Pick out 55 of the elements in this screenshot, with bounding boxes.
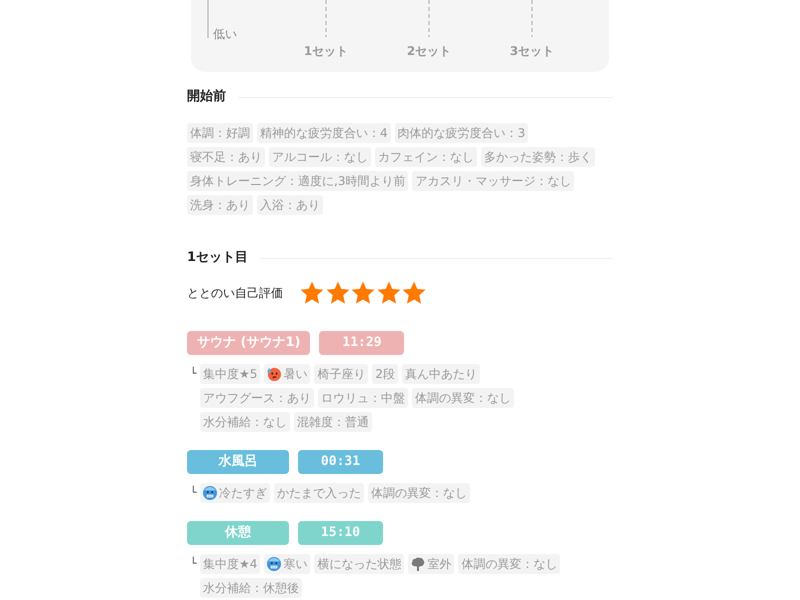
step-label: サウナ (サウナ1) — [187, 331, 310, 355]
star-icon — [351, 281, 375, 305]
tag: 肉体的な疲労度合い：3 — [394, 123, 528, 143]
duration-label: 00:31 — [298, 450, 383, 474]
star-icon — [376, 281, 400, 305]
tag: 体調の異変：なし — [368, 483, 470, 503]
tag-label: 室外 — [427, 556, 452, 573]
axis-label: 低い — [213, 27, 237, 41]
cold-face-icon — [203, 486, 217, 500]
tag: アウフグース：あり — [200, 388, 314, 408]
section-heading: 1セット目 — [187, 249, 248, 267]
tag: 2段 — [372, 364, 398, 384]
tag: 精神的な疲労度合い：4 — [257, 123, 391, 143]
tag: 入浴：あり — [257, 195, 323, 215]
tag: カフェイン：なし — [375, 147, 477, 167]
x-axis-label: 1セット — [304, 44, 348, 58]
branch-mark: └ — [190, 484, 198, 501]
tag: 洗身：あり — [187, 195, 253, 215]
star-icon — [326, 281, 350, 305]
hot-face-icon — [267, 367, 282, 381]
tag-label: 暑い — [283, 366, 308, 383]
tag: ロウリュ：中盤 — [318, 388, 408, 408]
tag: 体調の異変：なし — [412, 388, 514, 408]
rating-label: ととのい自己評価 — [187, 284, 283, 302]
tag: 寝不足：あり — [187, 147, 265, 167]
x-axis-label: 3セット — [510, 44, 554, 58]
tag: 集中度★5 — [200, 364, 260, 384]
tag: アルコール：なし — [269, 147, 371, 167]
step-label: 水風呂 — [187, 450, 289, 474]
tag: 水分補給：なし — [200, 412, 290, 432]
branch-mark: └ — [190, 366, 198, 382]
tag: 身体トレーニング：適度に,3時間より前 — [187, 171, 408, 191]
tag: 混雑度：普通 — [294, 412, 372, 432]
tag: 真ん中あたり — [402, 364, 480, 384]
tag: 水分補給：休憩後 — [200, 578, 302, 598]
tag: 多かった姿勢：歩く — [481, 147, 595, 167]
duration-label: 15:10 — [298, 521, 383, 545]
tag: 椅子座り — [314, 364, 368, 384]
branch-mark: └ — [190, 556, 198, 572]
x-axis-label: 2セット — [406, 44, 452, 58]
star-icon — [402, 281, 426, 305]
tag-label: 冷たすぎ — [219, 485, 267, 502]
tree-icon — [411, 557, 426, 571]
tag: 集中度★4 — [200, 554, 260, 574]
duration-label: 11:29 — [319, 331, 404, 355]
tag: かたまで入った — [274, 483, 364, 503]
tag: 横になった状態 — [314, 554, 404, 574]
tag: 体調：好調 — [187, 123, 253, 143]
cold-face-icon — [267, 557, 282, 571]
tag: 体調の異変：なし — [458, 554, 560, 574]
section-heading: 開始前 — [187, 88, 226, 106]
step-label: 休憩 — [187, 521, 289, 545]
star-icon — [300, 281, 324, 305]
tag-label: 寒い — [283, 556, 308, 573]
tag: アカスリ・マッサージ：なし — [412, 171, 574, 191]
